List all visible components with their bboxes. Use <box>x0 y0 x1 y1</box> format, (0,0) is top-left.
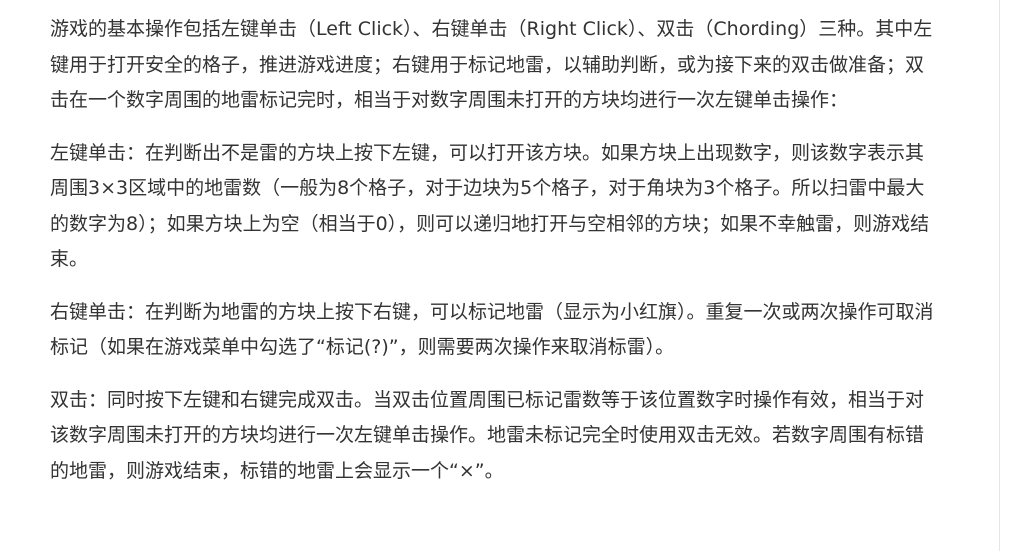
paragraph-left-click: 左键单击：在判断出不是雷的方块上按下左键，可以打开该方块。如果方块上出现数字，则… <box>50 141 930 271</box>
content-right-border <box>999 0 1000 551</box>
paragraph-basic-operations: 游戏的基本操作包括左键单击（Left Click）、右键单击（Right Cli… <box>50 18 933 111</box>
paragraph-right-click: 右键单击：在判断为地雷的方块上按下右键，可以标记地雷（显示为小红旗）。重复一次或… <box>50 300 934 359</box>
article-page: 游戏的基本操作包括左键单击（Left Click）、右键单击（Right Cli… <box>0 0 1022 551</box>
paragraph-chording: 双击：同时按下左键和右键完成双击。当双击位置周围已标记雷数等于该位置数字时操作有… <box>50 388 925 482</box>
